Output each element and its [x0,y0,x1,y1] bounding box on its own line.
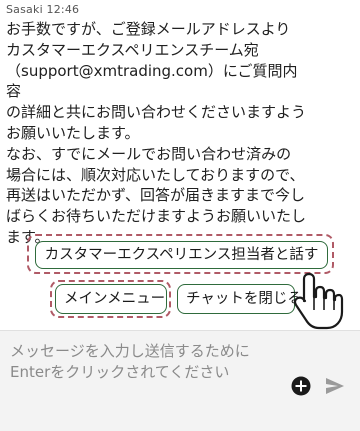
message-line: ばらくお待ちいただけますようお願いいたし [6,207,307,226]
message-line: なお、すでにメールでお問い合わせ済みの [6,144,292,163]
message-line: 場合には、順次対応いたしておりますので、 [6,165,305,184]
message-time: 12:46 [46,3,80,16]
sender-name: Sasaki [6,3,43,16]
plus-circle-icon[interactable] [289,374,313,398]
agent-message: お手数ですが、ご登録メールアドレスより カスタマーエクスペリエンスチーム宛 （s… [6,19,306,248]
message-line: お願いいたします。 [6,123,140,142]
message-input[interactable]: メッセージを入力し送信するためにEnterをクリックされてください [10,341,280,421]
chat-area: Sasaki 12:46 お手数ですが、ご登録メールアドレスより カスタマーエク… [0,0,360,330]
message-line: の詳細と共にお問い合わせくださいますよう [6,103,307,122]
main-menu-button[interactable]: メインメニュー [55,284,167,314]
close-chat-button[interactable]: チャットを閉じる [177,284,302,314]
message-line: （support@xmtrading.com）にご質問内容 [6,61,298,101]
message-meta: Sasaki 12:46 [6,3,79,16]
hand-pointer-icon [293,272,344,330]
message-line: お手数ですが、ご登録メールアドレスより [6,20,291,38]
message-line: 再送はいただかず、回答が届きますまで今し [6,186,305,205]
send-icon[interactable] [323,374,347,398]
talk-to-agent-button[interactable]: カスタマーエクスペリエンス担当者と話す [35,241,328,269]
message-line: カスタマーエクスペリエンスチーム宛 [6,40,259,59]
